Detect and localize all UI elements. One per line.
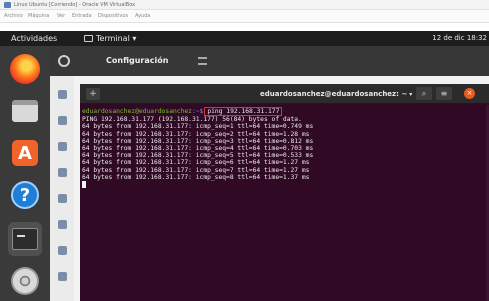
- terminal-mini-icon: [84, 35, 93, 42]
- vbox-window-title: Linux Ubuntu [Corriendo] - Oracle VM Vir…: [14, 2, 136, 8]
- sidebar-apps-icon[interactable]: [58, 246, 67, 255]
- text-cursor: [82, 181, 86, 189]
- activities-button[interactable]: Actividades: [11, 31, 57, 46]
- vbox-menu-ayuda[interactable]: Ayuda: [135, 10, 150, 23]
- output-line: 64 bytes from 192.168.31.177: icmp_seq=7…: [82, 166, 310, 174]
- sidebar-network-icon[interactable]: [58, 90, 67, 99]
- prompt-line: eduardosanchez@eduardosanchez:~$ ping 192…: [82, 107, 487, 117]
- settings-title: Configuración: [106, 56, 169, 65]
- settings-header: Configuración: [50, 46, 489, 76]
- firefox-icon: [10, 54, 40, 84]
- help-icon: ?: [11, 181, 39, 209]
- vbox-menu-entrada[interactable]: Entrada: [72, 10, 92, 23]
- terminal-title-text: eduardosanchez@eduardosanchez: ~: [260, 90, 408, 98]
- dock-item-firefox[interactable]: [8, 52, 42, 86]
- sidebar-bluetooth-icon[interactable]: [58, 116, 67, 125]
- terminal-headerbar: + eduardosanchez@eduardosanchez: ~ ▾ ⌕ ≡ …: [80, 84, 489, 104]
- output-line: 64 bytes from 192.168.31.177: icmp_seq=8…: [82, 173, 310, 181]
- vbox-menu-maquina[interactable]: Máquina: [28, 10, 49, 23]
- dock-item-disc[interactable]: [8, 264, 42, 298]
- vbox-titlebar: Linux Ubuntu [Corriendo] - Oracle VM Vir…: [0, 0, 489, 10]
- output-line: 64 bytes from 192.168.31.177: icmp_seq=1…: [82, 123, 314, 131]
- output-line: 64 bytes from 192.168.31.177: icmp_seq=6…: [82, 159, 310, 167]
- sidebar-search-icon[interactable]: [58, 220, 67, 229]
- sidebar-background-icon[interactable]: [58, 142, 67, 151]
- output-line: 64 bytes from 192.168.31.177: icmp_seq=5…: [82, 152, 314, 160]
- output-line: 64 bytes from 192.168.31.177: icmp_seq=4…: [82, 145, 314, 153]
- virtualbox-icon: [4, 2, 11, 8]
- terminal-icon: [12, 228, 38, 250]
- software-store-icon: A: [12, 140, 38, 166]
- dock-item-terminal[interactable]: [8, 222, 42, 256]
- output-line: 64 bytes from 192.168.31.177: icmp_seq=3…: [82, 137, 314, 145]
- vbox-menubar: Archivo Máquina Ver Entrada Dispositivos…: [0, 10, 489, 23]
- clock[interactable]: 12 de dic 18:32: [432, 31, 487, 46]
- terminal-title[interactable]: eduardosanchez@eduardosanchez: ~ ▾: [260, 84, 412, 105]
- chevron-down-icon: ▾: [409, 91, 413, 98]
- prompt-user: eduardosanchez@eduardosanchez: [82, 108, 192, 115]
- new-tab-button[interactable]: +: [86, 88, 100, 100]
- ubuntu-dock: A ?: [0, 46, 50, 301]
- output-line: 64 bytes from 192.168.31.177: icmp_seq=2…: [82, 130, 310, 138]
- close-icon[interactable]: ×: [464, 88, 475, 99]
- dock-item-help[interactable]: ?: [8, 178, 42, 212]
- settings-sidebar: [50, 76, 74, 301]
- sidebar-notifications-icon[interactable]: [58, 194, 67, 203]
- dock-item-files[interactable]: [8, 94, 42, 128]
- files-icon: [12, 100, 38, 122]
- highlighted-command: ping 192.168.31.177: [204, 107, 283, 117]
- output-line: PING 192.168.31.177 (192.168.31.177) 56(…: [82, 116, 302, 124]
- terminal-menu-button[interactable]: ≡: [436, 87, 452, 100]
- ubuntu-top-bar: Actividades Terminal ▾ 12 de dic 18:32: [0, 31, 489, 46]
- terminal-window[interactable]: + eduardosanchez@eduardosanchez: ~ ▾ ⌕ ≡ …: [80, 84, 489, 301]
- search-icon[interactable]: [58, 55, 70, 67]
- app-menu-terminal[interactable]: Terminal ▾: [84, 31, 136, 46]
- vbox-menu-archivo[interactable]: Archivo: [4, 10, 23, 23]
- prompt-path: :~$: [191, 108, 204, 115]
- dock-item-software[interactable]: A: [8, 136, 42, 170]
- hamburger-menu-icon[interactable]: [198, 57, 207, 65]
- terminal-search-button[interactable]: ⌕: [416, 87, 432, 100]
- disc-icon: [11, 267, 39, 295]
- app-menu-label: Terminal ▾: [96, 34, 137, 43]
- vbox-menu-dispositivos[interactable]: Dispositivos: [98, 10, 128, 23]
- vbox-menu-ver[interactable]: Ver: [57, 10, 65, 23]
- sidebar-appearance-icon[interactable]: [58, 168, 67, 177]
- sidebar-privacy-icon[interactable]: [58, 272, 67, 281]
- terminal-output[interactable]: eduardosanchez@eduardosanchez:~$ ping 192…: [80, 105, 489, 301]
